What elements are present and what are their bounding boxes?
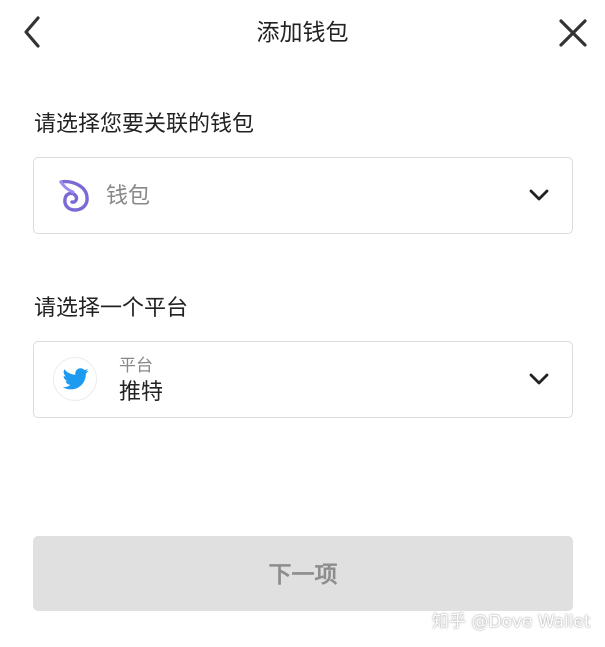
chevron-down-icon: [529, 189, 549, 201]
close-button[interactable]: [554, 14, 592, 52]
dove-wallet-icon: [59, 179, 89, 212]
platform-select[interactable]: 平台 推特: [33, 341, 573, 418]
next-button[interactable]: 下一项: [33, 536, 573, 611]
platform-select-value: 推特: [119, 380, 164, 405]
header: 添加钱包: [0, 0, 605, 66]
close-icon: [559, 19, 587, 47]
page-title: 添加钱包: [256, 20, 349, 46]
chevron-down-icon: [529, 373, 549, 385]
watermark: 知乎 @Dove Wallet: [432, 612, 591, 632]
twitter-avatar: [53, 357, 97, 401]
platform-caption: 平台: [119, 356, 153, 376]
wallet-section-label: 请选择您要关联的钱包: [34, 112, 255, 137]
twitter-icon: [63, 368, 89, 390]
wallet-select[interactable]: 钱包: [33, 157, 573, 234]
wallet-select-value: 钱包: [106, 184, 151, 209]
platform-section-label: 请选择一个平台: [34, 296, 189, 321]
